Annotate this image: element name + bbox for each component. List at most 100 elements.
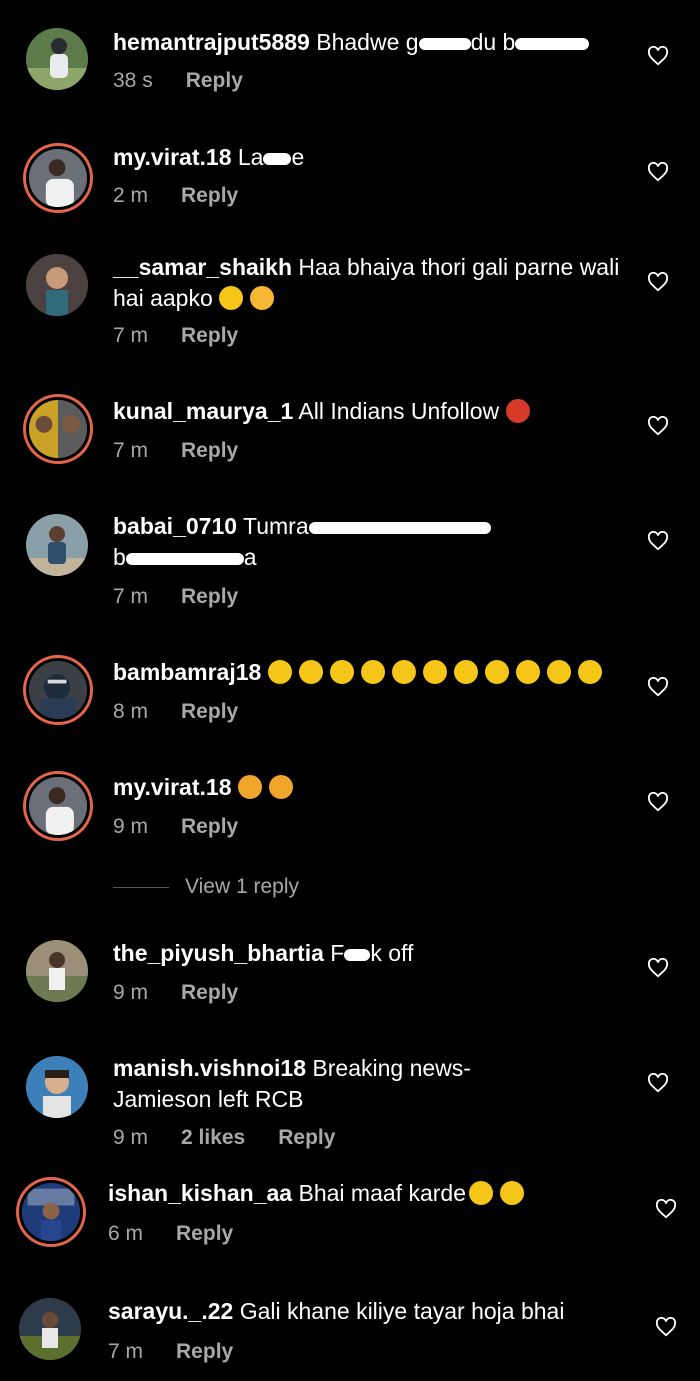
comment-text: the_piyush_bhartia Fk off — [113, 940, 414, 966]
comment-text: bambamraj18 — [113, 657, 623, 688]
heart-icon[interactable] — [647, 162, 669, 182]
username[interactable]: sarayu._.22 — [108, 1298, 233, 1324]
avatar[interactable] — [26, 658, 90, 722]
heart-icon[interactable] — [647, 416, 669, 436]
reply-button[interactable]: Reply — [278, 1126, 335, 1149]
smiling-face-emoji-icon — [422, 660, 447, 684]
timestamp: 7 m — [113, 324, 149, 347]
heart-icon[interactable] — [647, 958, 669, 978]
avatar[interactable] — [26, 940, 88, 1002]
username[interactable]: babai_0710 — [113, 513, 237, 539]
divider — [113, 886, 169, 888]
timestamp: 9 m — [113, 1126, 149, 1149]
censor-mark — [263, 152, 292, 165]
cursing-face-emoji-icon — [505, 399, 530, 423]
timestamp: 38 s — [113, 69, 153, 92]
comment-meta: 6 m Reply — [108, 1222, 233, 1246]
avatar[interactable] — [26, 28, 88, 90]
reply-button[interactable]: Reply — [181, 981, 238, 1004]
reply-button[interactable]: Reply — [176, 1340, 233, 1363]
timestamp: 9 m — [113, 815, 149, 838]
heart-icon[interactable] — [655, 1317, 677, 1337]
reply-button[interactable]: Reply — [181, 324, 238, 347]
smiling-face-emoji-icon — [577, 660, 602, 684]
censor-mark — [515, 37, 590, 50]
avatar[interactable] — [19, 1298, 81, 1360]
smiling-face-emoji-icon — [329, 660, 354, 684]
comment-text: sarayu._.22 Gali khane kiliye tayar hoja… — [108, 1298, 565, 1324]
username[interactable]: hemantrajput5889 — [113, 29, 310, 55]
timestamp: 9 m — [113, 981, 149, 1004]
avatar[interactable] — [26, 146, 90, 210]
smiling-face-emoji-icon — [298, 660, 323, 684]
timestamp: 8 m — [113, 700, 149, 723]
avatar[interactable] — [26, 514, 88, 576]
smiling-face-emoji-icon — [391, 660, 416, 684]
ok-hand-emoji-icon — [250, 286, 275, 310]
smiling-face-emoji-icon — [453, 660, 478, 684]
likes-count[interactable]: 2 likes — [181, 1126, 245, 1149]
reply-button[interactable]: Reply — [181, 439, 238, 462]
smiling-face-emoji-icon — [515, 660, 540, 684]
comment-meta: 7 m Reply — [113, 439, 238, 463]
angry-face-emoji-icon — [268, 775, 293, 799]
censor-mark — [125, 552, 244, 565]
comment-meta: 9 m 2 likes Reply — [113, 1126, 335, 1150]
reply-button[interactable]: Reply — [181, 184, 238, 207]
view-replies-button[interactable]: View 1 reply — [113, 875, 299, 899]
username[interactable]: kunal_maurya_1 — [113, 398, 293, 424]
comment-meta: 8 m Reply — [113, 700, 238, 724]
username[interactable]: ishan_kishan_aa — [108, 1180, 292, 1206]
avatar[interactable] — [26, 774, 90, 838]
comment-meta: 7 m Reply — [108, 1340, 233, 1364]
crying-face-emoji-icon — [468, 1181, 493, 1205]
username[interactable]: __samar_shaikh — [113, 254, 292, 280]
avatar[interactable] — [26, 1056, 88, 1118]
avatar[interactable] — [26, 254, 88, 316]
angry-face-emoji-icon — [237, 775, 262, 799]
comment-text: my.virat.18 La e — [113, 144, 305, 170]
smiling-face-emoji-icon — [546, 660, 571, 684]
username[interactable]: manish.vishnoi18 — [113, 1055, 306, 1081]
heart-icon[interactable] — [647, 46, 669, 66]
comment-text: my.virat.18 — [113, 772, 623, 803]
reply-button[interactable]: Reply — [181, 700, 238, 723]
comment-meta: 7 m Reply — [113, 324, 238, 348]
censor-mark — [308, 521, 491, 534]
timestamp: 7 m — [113, 439, 149, 462]
reply-button[interactable]: Reply — [176, 1222, 233, 1245]
heart-icon[interactable] — [647, 792, 669, 812]
avatar[interactable] — [19, 1180, 83, 1244]
username[interactable]: my.virat.18 — [113, 774, 231, 800]
username[interactable]: bambamraj18 — [113, 659, 261, 685]
crying-face-emoji-icon — [499, 1181, 524, 1205]
comment-meta: 9 m Reply — [113, 815, 238, 839]
comment-text: manish.vishnoi18 Breaking news- Jamieson… — [113, 1055, 471, 1112]
comment-text: ishan_kishan_aa Bhai maaf karde — [108, 1178, 618, 1209]
comment-meta: 9 m Reply — [113, 981, 238, 1005]
reply-button[interactable]: Reply — [186, 69, 243, 92]
comment-text: kunal_maurya_1 All Indians Unfollow — [113, 396, 623, 427]
censor-mark — [418, 37, 471, 50]
timestamp: 2 m — [113, 184, 149, 207]
censor-mark — [344, 948, 371, 961]
smiling-face-emoji-icon — [267, 660, 292, 684]
comment-meta: 2 m Reply — [113, 184, 238, 208]
heart-icon[interactable] — [647, 1073, 669, 1093]
reply-button[interactable]: Reply — [181, 815, 238, 838]
comment-text: babai_0710 Tumra ba — [113, 511, 623, 573]
reply-button[interactable]: Reply — [181, 585, 238, 608]
comment-meta: 38 s Reply — [113, 69, 243, 93]
heart-icon[interactable] — [647, 677, 669, 697]
heart-icon[interactable] — [647, 272, 669, 292]
heart-icon[interactable] — [647, 531, 669, 551]
smiling-face-emoji-icon — [360, 660, 385, 684]
username[interactable]: the_piyush_bhartia — [113, 940, 324, 966]
comment-text: hemantrajput5889 Bhadwe g du b — [113, 27, 623, 58]
heart-icon[interactable] — [655, 1199, 677, 1219]
laughing-emoji-icon — [219, 286, 244, 310]
smiling-face-emoji-icon — [484, 660, 509, 684]
username[interactable]: my.virat.18 — [113, 144, 231, 170]
comment-text: __samar_shaikh Haa bhaiya thori gali par… — [113, 254, 620, 311]
avatar[interactable] — [26, 397, 90, 461]
